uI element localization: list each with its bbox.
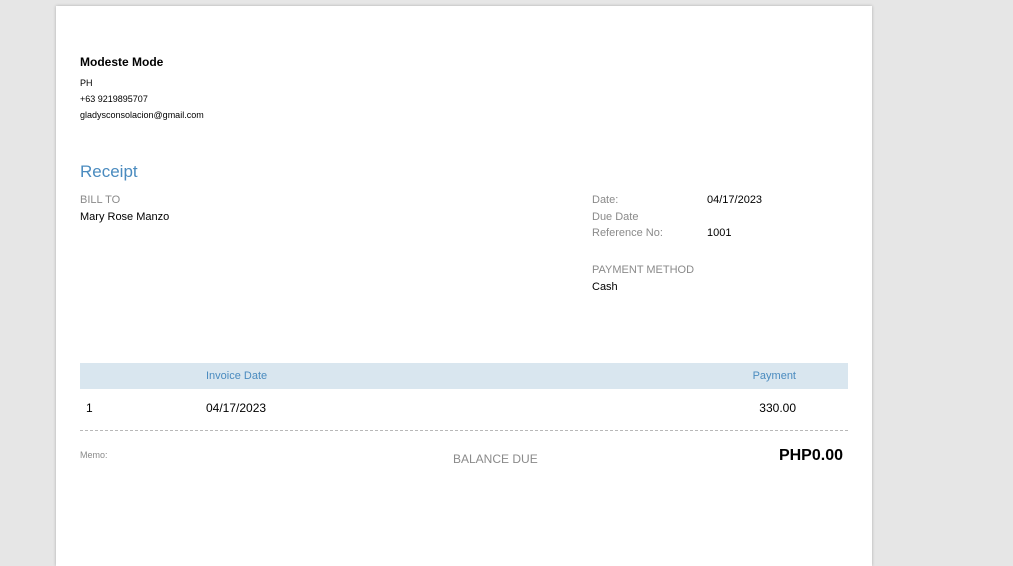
reference-value: 1001 — [707, 227, 732, 239]
balance-due-value: PHP0.00 — [778, 447, 843, 464]
row-payment: 330.00 — [759, 401, 796, 415]
column-header-payment: Payment — [752, 370, 796, 382]
table-header: Invoice Date Payment — [80, 363, 848, 389]
reference-label: Reference No: — [592, 227, 663, 239]
divider — [80, 430, 848, 431]
payment-method-value: Cash — [592, 281, 618, 293]
row-invoice-date: 04/17/2023 — [206, 401, 267, 415]
date-label: Date: — [592, 194, 619, 206]
business-email: gladysconsolacion@gmail.com — [80, 110, 204, 120]
column-header-invoice-date: Invoice Date — [206, 370, 268, 382]
business-country: PH — [80, 78, 93, 88]
date-value: 04/17/2023 — [707, 194, 763, 206]
business-phone: +63 9219895707 — [80, 94, 148, 104]
bill-to-label: BILL TO — [80, 194, 121, 206]
receipt-page: Modeste Mode PH +63 9219895707 gladyscon… — [56, 6, 872, 566]
memo-label: Memo: — [80, 450, 108, 460]
due-date-label: Due Date — [592, 211, 639, 223]
balance-due-label: BALANCE DUE — [453, 452, 538, 466]
row-index: 1 — [86, 401, 93, 415]
bill-to-name: Mary Rose Manzo — [80, 211, 170, 223]
business-name: Modeste Mode — [80, 55, 164, 69]
document-title: Receipt — [80, 162, 138, 181]
payment-method-label: PAYMENT METHOD — [592, 264, 695, 276]
